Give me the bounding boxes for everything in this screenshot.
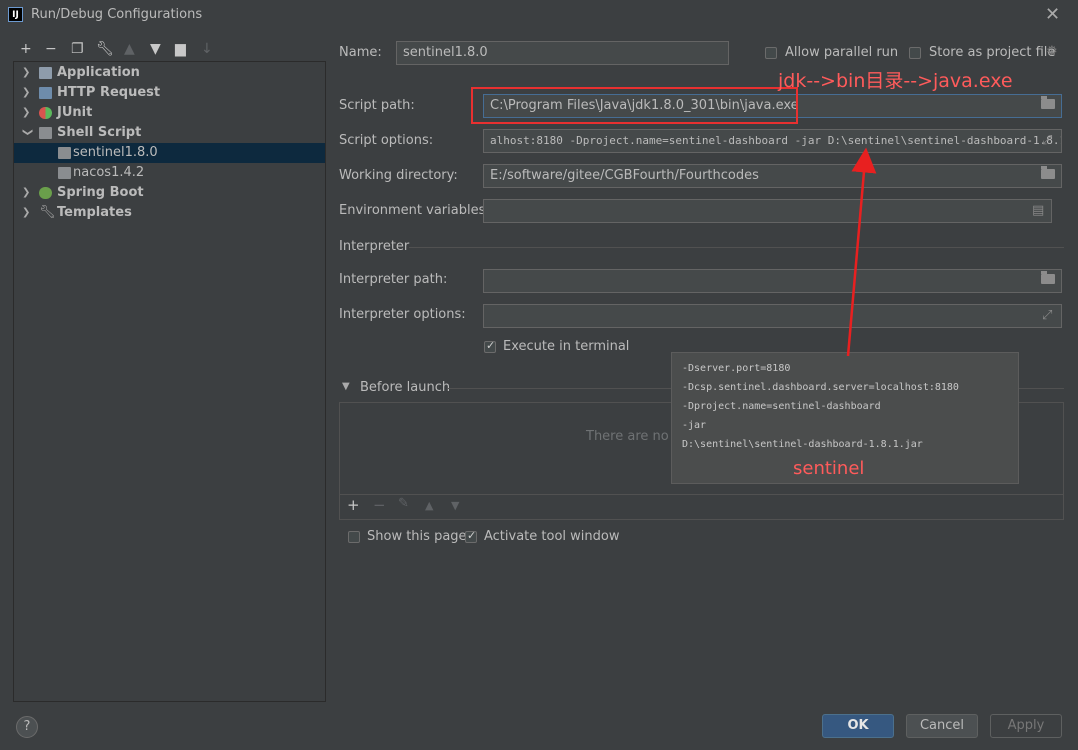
- annotation-jdk: jdk-->bin目录-->java.exe: [778, 70, 1013, 92]
- help-button[interactable]: ?: [16, 716, 38, 738]
- ok-button[interactable]: OK: [822, 714, 894, 738]
- apply-button[interactable]: Apply: [990, 714, 1062, 738]
- cancel-button[interactable]: Cancel: [906, 714, 978, 738]
- annotation-sentinel: sentinel: [793, 458, 865, 479]
- annotation-arrow: [846, 147, 877, 357]
